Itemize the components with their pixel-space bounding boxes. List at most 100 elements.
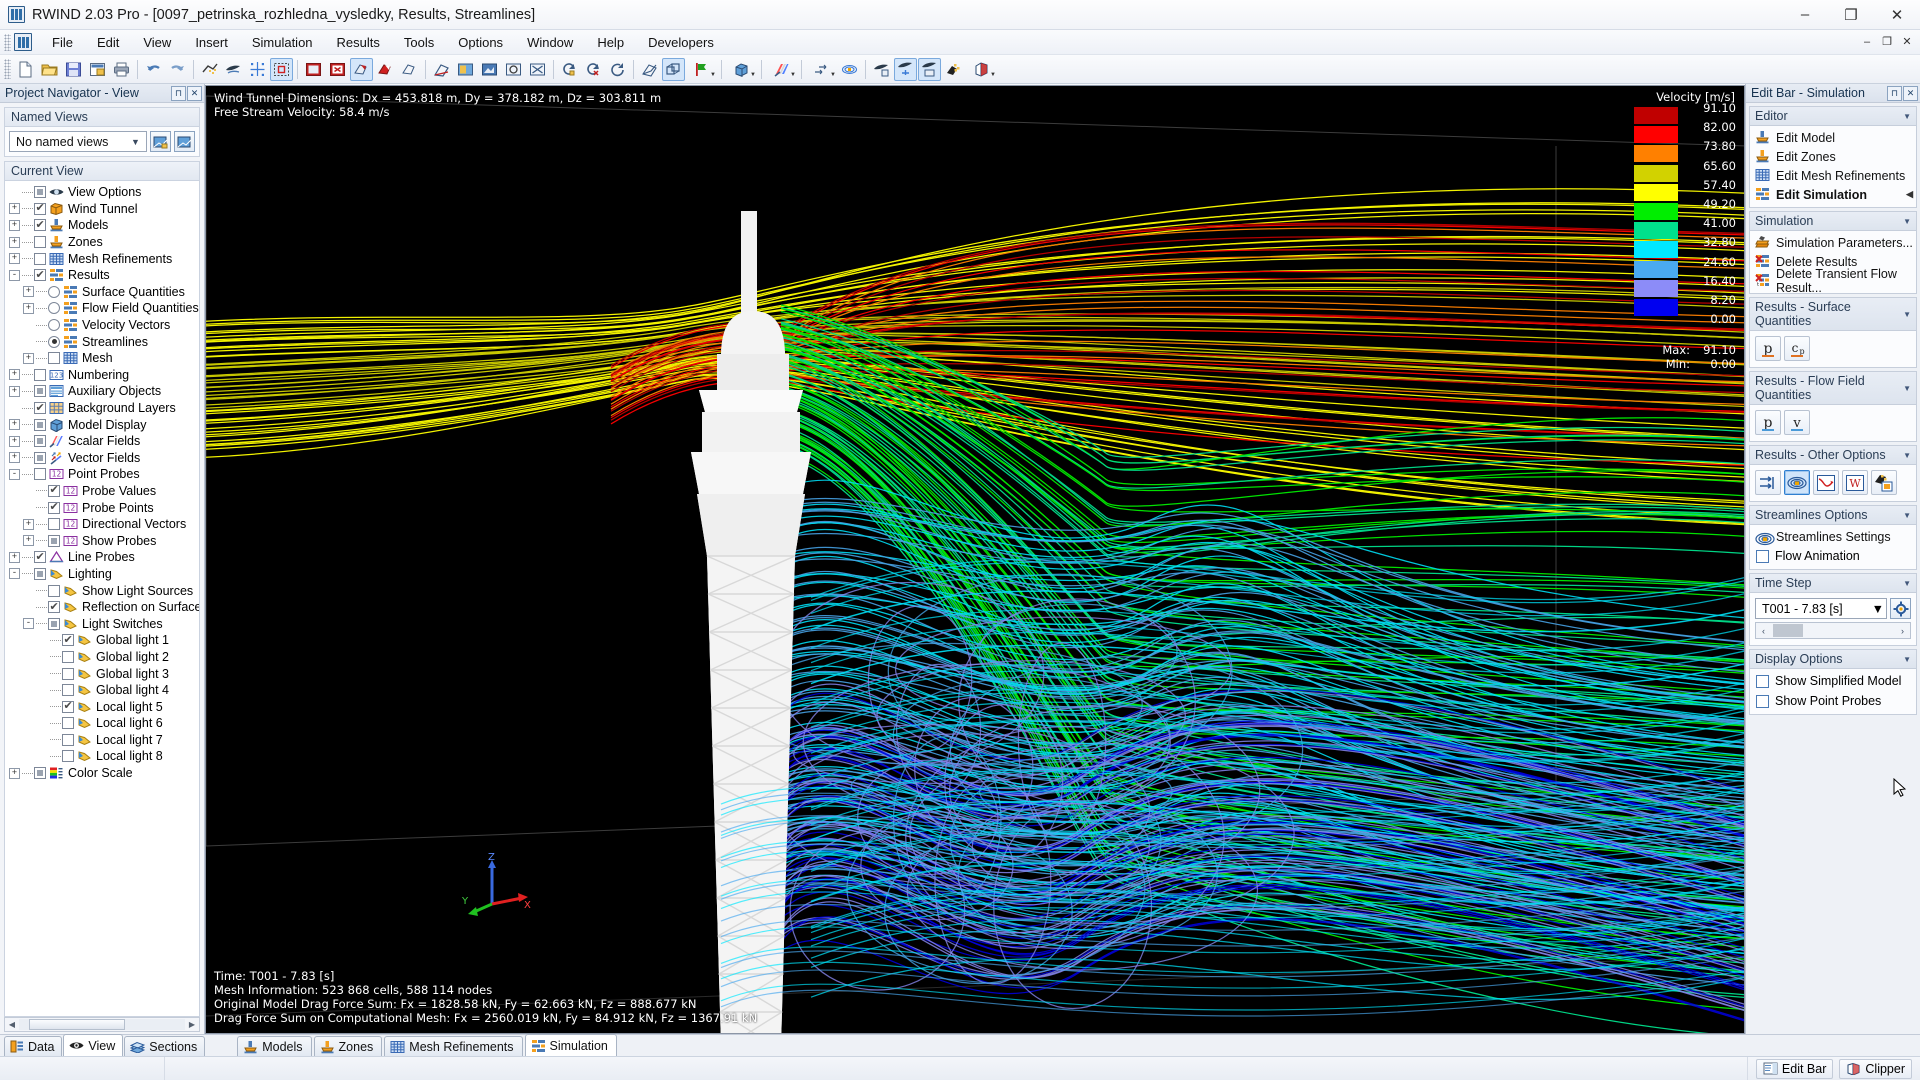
tree-checkbox[interactable] (48, 600, 60, 614)
redo-icon[interactable] (166, 58, 189, 81)
tree-checkbox[interactable] (34, 218, 46, 232)
tree-item[interactable]: Streamlines (7, 333, 199, 350)
tree-item[interactable]: Global light 1 (7, 632, 199, 649)
new-view-icon[interactable] (174, 131, 195, 152)
edit-bar-item-edit-simulation[interactable]: Edit Simulation ◀ (1753, 185, 1913, 204)
color-scale-icon[interactable]: ▼ (766, 58, 797, 81)
chevron-down-icon[interactable]: ▼ (990, 72, 996, 78)
tree-item[interactable]: 12 Probe Values (7, 483, 199, 500)
navigator-tab-sections[interactable]: Sections (124, 1036, 206, 1056)
tree-radio[interactable] (48, 285, 60, 298)
streamline-icon[interactable] (838, 58, 861, 81)
menu-item-window[interactable]: Window (515, 31, 585, 54)
3d-viewport[interactable]: Wind Tunnel Dimensions: Dx = 453.818 m, … (205, 85, 1745, 1034)
model-plain-icon[interactable] (398, 58, 421, 81)
expand-icon[interactable]: + (9, 236, 20, 248)
edit-bar-group-header[interactable]: Results - Flow Field Quantities ▼ (1749, 371, 1917, 405)
menu-item-view[interactable]: View (131, 31, 183, 54)
tree-checkbox[interactable] (34, 767, 46, 780)
tree-radio[interactable] (48, 302, 60, 315)
tree-item[interactable]: +12 Show Probes (7, 532, 199, 549)
menu-item-options[interactable]: Options (446, 31, 515, 54)
tree-radio[interactable] (48, 335, 60, 348)
chevron-down-icon[interactable]: ▼ (128, 137, 143, 147)
tree-item[interactable]: + Scalar Fields (7, 433, 199, 450)
window-close-button[interactable]: ✕ (1874, 0, 1920, 29)
tree-checkbox[interactable] (48, 500, 60, 514)
pressure-p-icon[interactable]: p (1755, 336, 1781, 361)
tree-item[interactable]: Velocity Vectors (7, 317, 199, 334)
save-view-icon[interactable] (150, 131, 171, 152)
render-close-icon[interactable] (326, 58, 349, 81)
time-step-track[interactable] (1771, 623, 1895, 638)
tree-checkbox[interactable] (34, 418, 46, 431)
render-blue-icon[interactable] (478, 58, 501, 81)
wireframe-icon[interactable] (662, 57, 685, 81)
close-icon[interactable]: ✕ (187, 85, 202, 101)
collapse-icon[interactable]: - (9, 468, 20, 480)
chevron-down-icon[interactable]: ▼ (790, 72, 796, 78)
collapse-icon[interactable]: - (23, 618, 34, 630)
tree-item[interactable]: + Vector Fields (7, 450, 199, 467)
tree-checkbox[interactable] (34, 567, 46, 580)
tree-item[interactable]: Global light 3 (7, 665, 199, 682)
tree-checkbox[interactable] (34, 468, 46, 481)
window-minimize-button[interactable]: – (1782, 0, 1828, 29)
axes-icon[interactable] (430, 58, 453, 81)
tree-item[interactable]: Reflection on Surfaces (7, 599, 199, 616)
tree-horizontal-scrollbar[interactable]: ◀ ▶ (4, 1017, 200, 1032)
tree-item[interactable]: + Line Probes (7, 549, 199, 566)
close-icon[interactable]: ✕ (1903, 85, 1918, 101)
tree-checkbox[interactable] (48, 584, 60, 597)
menu-item-developers[interactable]: Developers (636, 31, 726, 54)
save-as-icon[interactable] (86, 58, 109, 81)
expand-icon[interactable]: + (9, 452, 20, 464)
pin-icon[interactable]: ⊓ (1887, 85, 1902, 101)
view-tree[interactable]: View Options + Wind Tunnel + Models + Zones + Me… (4, 180, 200, 1017)
zoom-window-icon[interactable] (502, 58, 525, 81)
chevron-down-icon[interactable]: ▼ (1872, 602, 1884, 616)
tree-item[interactable]: - Light Switches (7, 615, 199, 632)
tree-checkbox[interactable] (62, 633, 74, 647)
tree-checkbox[interactable] (34, 385, 46, 398)
tree-checkbox[interactable] (34, 368, 46, 381)
print-icon[interactable] (110, 58, 133, 81)
expand-icon[interactable]: + (9, 369, 20, 381)
tree-item[interactable]: Show Light Sources (7, 582, 199, 599)
expand-icon[interactable]: + (23, 286, 34, 298)
pin-icon[interactable]: ⊓ (171, 85, 186, 101)
scroll-right-arrow-icon[interactable]: ▶ (185, 1020, 199, 1029)
chevron-down-icon[interactable]: ▼ (710, 72, 716, 78)
edit-bar-item-edit-mesh-refinements[interactable]: Edit Mesh Refinements (1753, 166, 1913, 185)
tree-item[interactable]: View Options (7, 184, 199, 201)
tree-checkbox[interactable] (34, 435, 46, 448)
results-top-icon[interactable] (894, 57, 917, 81)
chevron-down-icon[interactable]: ▼ (1903, 384, 1911, 393)
tree-item[interactable]: + Mesh (7, 350, 199, 367)
scroll-track[interactable] (19, 1019, 185, 1030)
tree-checkbox[interactable] (48, 483, 60, 497)
time-step-combo[interactable]: T001 - 7.83 [s] ▼ (1755, 598, 1887, 619)
navigator-tab-view[interactable]: View (63, 1034, 124, 1056)
tree-checkbox[interactable] (34, 186, 46, 199)
named-views-combo[interactable]: No named views ▼ (9, 131, 147, 152)
rotate-right-icon[interactable] (582, 58, 605, 81)
flow-p-icon[interactable]: p (1755, 410, 1781, 435)
menu-item-results[interactable]: Results (325, 31, 392, 54)
prev-time-step-button[interactable]: ‹ (1756, 626, 1771, 636)
tree-item[interactable]: Background Layers (7, 400, 199, 417)
tree-item[interactable]: + Mesh Refinements (7, 250, 199, 267)
tree-item[interactable]: + Color Scale (7, 765, 199, 782)
tree-checkbox[interactable] (48, 518, 60, 531)
tree-item[interactable]: +123 Numbering (7, 367, 199, 384)
render-front-icon[interactable] (302, 58, 325, 81)
select-region-icon[interactable] (270, 57, 293, 81)
tree-item[interactable]: 12 Probe Points (7, 499, 199, 516)
toolbar-grip[interactable] (4, 59, 11, 79)
wind-icon[interactable] (222, 58, 245, 81)
new-icon[interactable] (14, 58, 37, 81)
chevron-down-icon[interactable]: ▼ (1903, 579, 1911, 588)
navigator-tab-data[interactable]: Data (4, 1036, 63, 1056)
results-window-icon[interactable] (918, 57, 941, 81)
chevron-down-icon[interactable]: ▼ (1903, 310, 1911, 319)
